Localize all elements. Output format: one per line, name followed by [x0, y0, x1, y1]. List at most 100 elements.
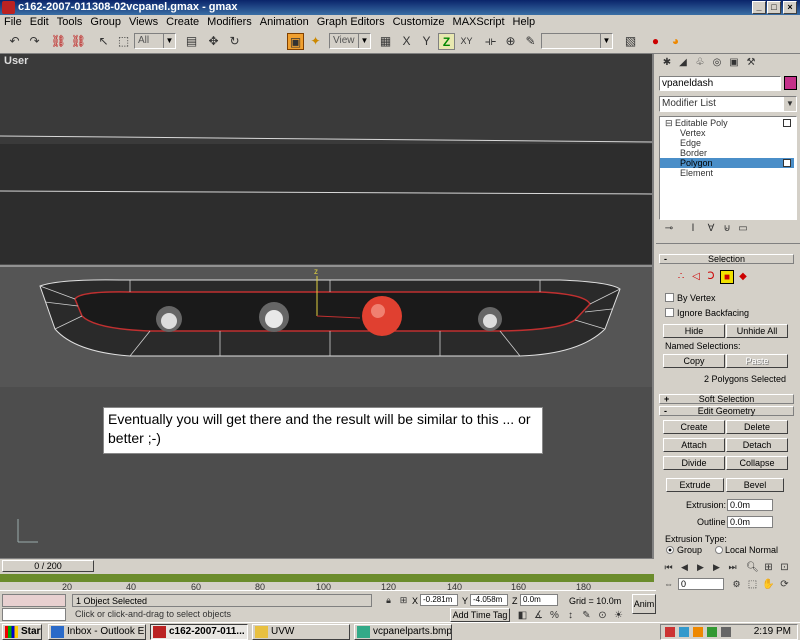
- unhide-all-button[interactable]: Unhide All: [726, 324, 788, 338]
- y-coordinate-field[interactable]: -4.058m: [470, 594, 508, 606]
- redo-icon[interactable]: ↷: [26, 33, 43, 50]
- zoom-all-icon[interactable]: ⊞: [760, 559, 777, 576]
- menu-graph-editors[interactable]: Graph Editors: [313, 15, 389, 30]
- polygon-mode-icon[interactable]: ■: [720, 270, 734, 284]
- extrusion-spinner[interactable]: 0.0m: [727, 499, 773, 511]
- by-vertex-checkbox[interactable]: [665, 293, 674, 302]
- select-by-name-icon[interactable]: ▤: [183, 33, 200, 50]
- menu-help[interactable]: Help: [509, 15, 540, 30]
- axis-x-button[interactable]: X: [398, 33, 415, 50]
- maxscript-listener-box[interactable]: [2, 594, 66, 607]
- perspective-viewport[interactable]: z User: [0, 54, 654, 558]
- modifier-list-dropdown[interactable]: Modifier List ▼: [659, 96, 797, 112]
- edge-mode-icon[interactable]: ◁: [689, 270, 703, 284]
- zoom-icon[interactable]: 🔍︎: [744, 559, 761, 576]
- pivot-icon[interactable]: ▦: [377, 33, 394, 50]
- track-bar[interactable]: 20 40 60 80 100 120 140 160 180: [0, 572, 654, 592]
- selection-filter-dropdown[interactable]: All ▼: [134, 33, 176, 49]
- axis-xy-button[interactable]: XY: [458, 33, 475, 50]
- snap-icon[interactable]: ✦: [307, 33, 324, 50]
- display-tab-icon[interactable]: ▣: [727, 56, 741, 70]
- menu-customize[interactable]: Customize: [389, 15, 449, 30]
- stack-item-editable-poly[interactable]: ⊟ Editable Poly: [660, 118, 794, 128]
- stack-item-edge[interactable]: Edge: [660, 138, 794, 148]
- ignore-backfacing-checkbox[interactable]: [665, 308, 674, 317]
- reference-coordinate-dropdown[interactable]: View ▼: [329, 33, 371, 49]
- viewport-label[interactable]: User: [4, 55, 28, 67]
- show-end-result-icon[interactable]: Ⅰ: [686, 222, 700, 236]
- time-config-icon[interactable]: ⚙: [728, 576, 745, 593]
- border-mode-icon[interactable]: Ↄ: [704, 270, 718, 284]
- menu-animation[interactable]: Animation: [256, 15, 313, 30]
- stack-item-polygon[interactable]: Polygon: [660, 158, 794, 168]
- axis-z-button[interactable]: Z: [438, 33, 455, 50]
- key-mode-icon[interactable]: ⇔: [660, 576, 677, 593]
- taskbar-outlook[interactable]: Inbox - Outlook E...: [48, 624, 146, 640]
- previous-frame-icon[interactable]: ◀: [676, 559, 693, 576]
- anim-button[interactable]: Anim: [632, 594, 656, 614]
- motion-tab-icon[interactable]: ◎: [710, 56, 724, 70]
- minimize-button[interactable]: _: [752, 1, 766, 14]
- vertex-mode-icon[interactable]: ∴: [674, 270, 688, 284]
- bevel-button[interactable]: Bevel: [726, 478, 784, 492]
- go-to-start-icon[interactable]: ⏮: [660, 559, 677, 576]
- divide-button[interactable]: Divide: [663, 456, 725, 470]
- menu-group[interactable]: Group: [86, 15, 125, 30]
- undo-icon[interactable]: ↶: [6, 33, 23, 50]
- tray-icon[interactable]: [679, 627, 689, 637]
- utilities-tab-icon[interactable]: ⚒: [744, 56, 758, 70]
- tray-icon[interactable]: [707, 627, 717, 637]
- material-editor-icon[interactable]: ●: [647, 33, 664, 50]
- align-icon[interactable]: ⊕: [502, 33, 519, 50]
- menu-create[interactable]: Create: [162, 15, 203, 30]
- time-slider-track[interactable]: 0 / 200: [0, 558, 654, 572]
- detach-button[interactable]: Detach: [726, 438, 788, 452]
- maxscript-input-box[interactable]: [2, 608, 66, 621]
- go-to-end-icon[interactable]: ⏭: [724, 559, 741, 576]
- clock[interactable]: 2:19 PM: [754, 626, 791, 637]
- link-icon[interactable]: ⛓: [50, 33, 67, 50]
- menu-modifiers[interactable]: Modifiers: [203, 15, 256, 30]
- menu-views[interactable]: Views: [125, 15, 162, 30]
- layers-icon[interactable]: ▧: [622, 33, 639, 50]
- time-slider-thumb[interactable]: 0 / 200: [2, 560, 94, 572]
- close-button[interactable]: ×: [783, 1, 797, 14]
- named-selection-sets-dropdown[interactable]: ▼: [541, 33, 613, 49]
- delete-button[interactable]: Delete: [726, 420, 788, 434]
- stack-item-vertex[interactable]: Vertex: [660, 128, 794, 138]
- axis-y-button[interactable]: Y: [418, 33, 435, 50]
- create-tab-icon[interactable]: ✱: [660, 56, 674, 70]
- scale-icon[interactable]: ▣: [287, 33, 304, 50]
- named-sets-icon[interactable]: ✎: [522, 33, 539, 50]
- stack-item-border[interactable]: Border: [660, 148, 794, 158]
- arc-rotate-icon[interactable]: ⟳: [776, 576, 793, 593]
- hide-button[interactable]: Hide: [663, 324, 725, 338]
- mirror-icon[interactable]: ⟛: [482, 33, 499, 50]
- zoom-extents-icon[interactable]: ⊡: [776, 559, 793, 576]
- attach-button[interactable]: Attach: [663, 438, 725, 452]
- taskbar-paint[interactable]: vcpanelparts.bmp ...: [354, 624, 452, 640]
- soft-selection-rollout-header[interactable]: + Soft Selection: [659, 394, 794, 404]
- object-name-field[interactable]: vpaneldash: [659, 76, 781, 91]
- local-normal-radio[interactable]: [715, 546, 723, 554]
- maximize-button[interactable]: □: [767, 1, 781, 14]
- rotate-icon[interactable]: ↻: [226, 33, 243, 50]
- outline-spinner[interactable]: 0.0m: [727, 516, 773, 528]
- current-frame-field[interactable]: 0: [678, 578, 724, 590]
- play-icon[interactable]: ▶: [692, 559, 709, 576]
- next-frame-icon[interactable]: ▶: [708, 559, 725, 576]
- render-icon[interactable]: ◕: [667, 33, 684, 50]
- hierarchy-tab-icon[interactable]: ♧: [693, 56, 707, 70]
- add-time-tag-button[interactable]: Add Time Tag: [450, 608, 510, 622]
- toggle-box-icon[interactable]: [783, 159, 791, 167]
- tray-icon[interactable]: [665, 627, 675, 637]
- absolute-mode-icon[interactable]: ⊞: [395, 592, 412, 609]
- selection-rollout-header[interactable]: - Selection: [659, 254, 794, 264]
- tray-icon[interactable]: [693, 627, 703, 637]
- stack-item-element[interactable]: Element: [660, 168, 794, 178]
- pan-icon[interactable]: ✋: [760, 576, 777, 593]
- tray-icon[interactable]: [721, 627, 731, 637]
- collapse-button[interactable]: Collapse: [726, 456, 788, 470]
- create-button[interactable]: Create: [663, 420, 725, 434]
- menu-maxscript[interactable]: MAXScript: [449, 15, 509, 30]
